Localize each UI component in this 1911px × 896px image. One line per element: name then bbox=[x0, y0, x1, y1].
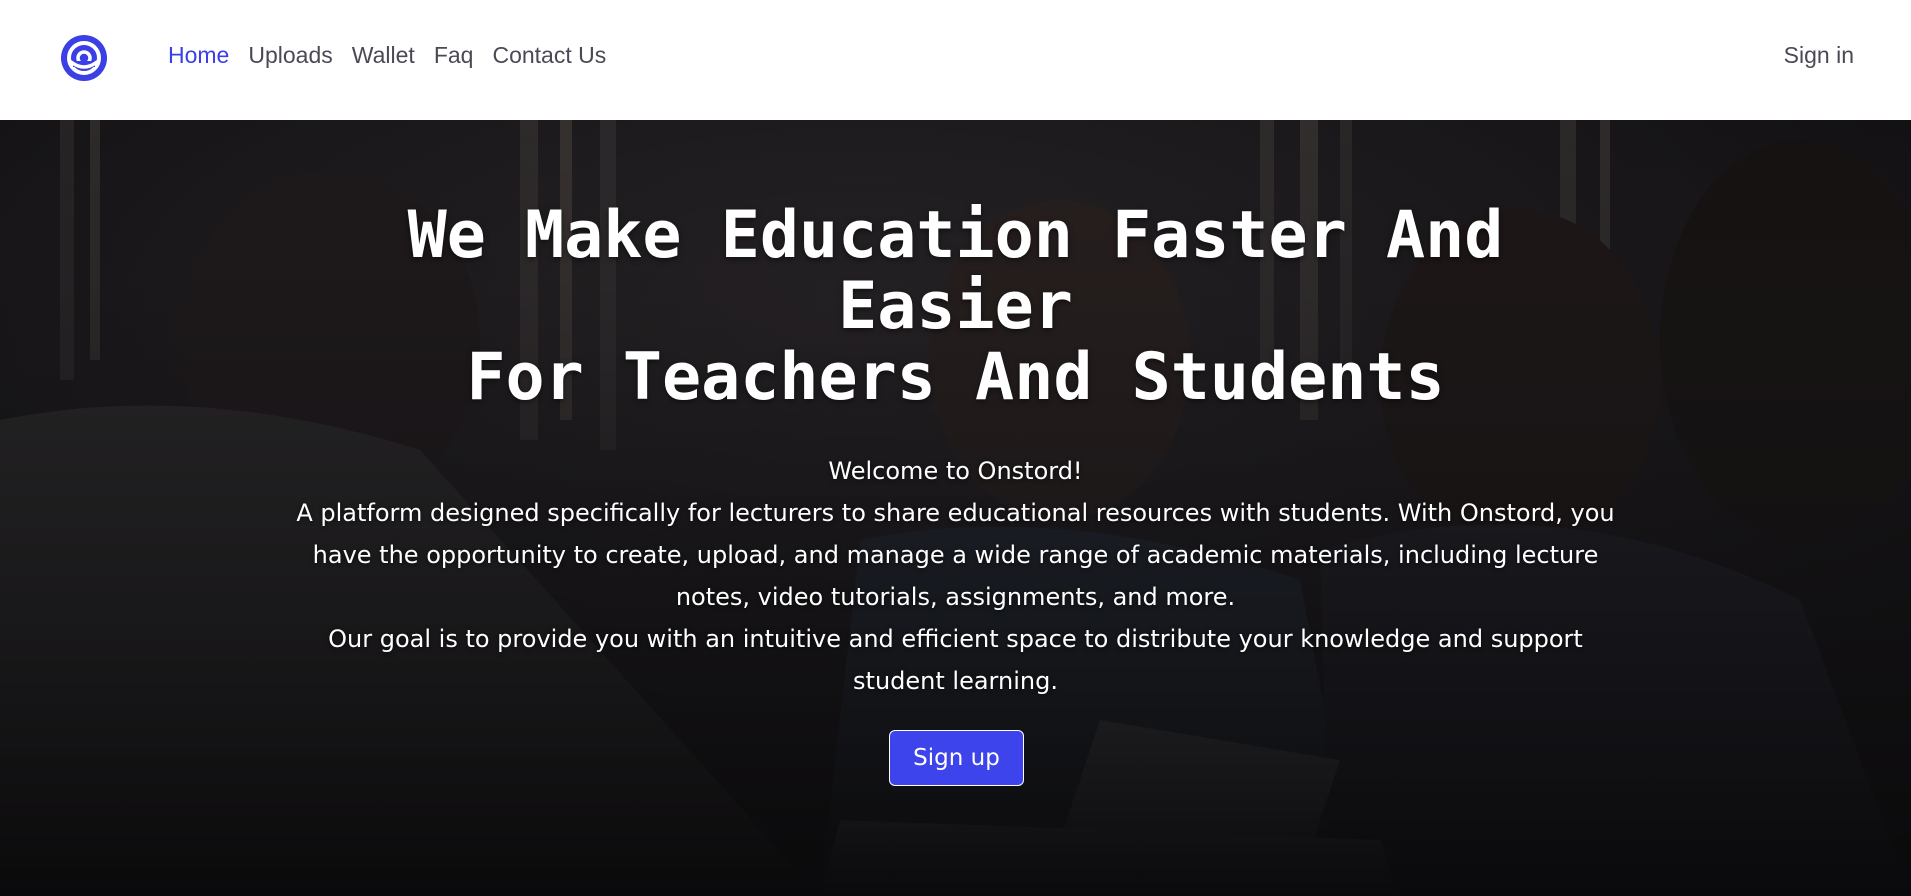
hero-title-line-1: We Make Education Faster And Easier bbox=[407, 198, 1504, 344]
nav-uploads-link[interactable]: Uploads bbox=[248, 42, 332, 69]
nav-wallet-link[interactable]: Wallet bbox=[352, 42, 415, 69]
hero-section: We Make Education Faster And Easier For … bbox=[0, 120, 1911, 896]
welcome-text: Welcome to Onstord! bbox=[828, 457, 1083, 485]
nav-faq-link[interactable]: Faq bbox=[434, 42, 474, 69]
onstord-logo-icon[interactable] bbox=[60, 34, 108, 82]
nav-contact-link[interactable]: Contact Us bbox=[492, 42, 606, 69]
hero-description: Welcome to Onstord! A platform designed … bbox=[280, 450, 1631, 702]
hero-title-line-2: For Teachers And Students bbox=[466, 340, 1445, 415]
hero-title: We Make Education Faster And Easier For … bbox=[300, 200, 1611, 413]
sign-up-button[interactable]: Sign up bbox=[889, 730, 1024, 786]
sign-in-link[interactable]: Sign in bbox=[1784, 42, 1854, 69]
main-nav: Home Uploads Wallet Faq Contact Us bbox=[168, 42, 606, 69]
goal-text: Our goal is to provide you with an intui… bbox=[328, 625, 1583, 695]
platform-description: A platform designed specifically for lec… bbox=[296, 499, 1615, 611]
nav-home-link[interactable]: Home bbox=[168, 42, 229, 69]
navbar: Home Uploads Wallet Faq Contact Us Sign … bbox=[0, 0, 1911, 120]
